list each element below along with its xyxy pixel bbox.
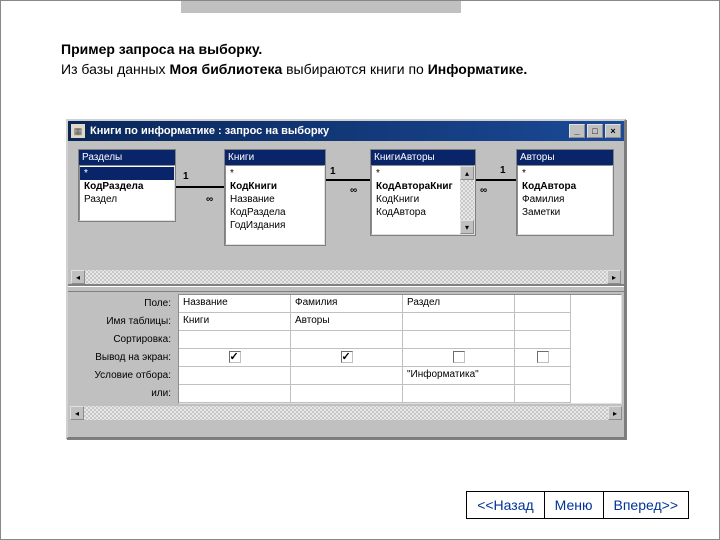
checkbox-icon[interactable] bbox=[229, 351, 241, 363]
label-table: Имя таблицы: bbox=[70, 312, 178, 330]
table-title: Книги bbox=[225, 150, 325, 165]
qbe-show[interactable] bbox=[403, 349, 514, 367]
table-title: КнигиАвторы bbox=[371, 150, 475, 165]
scroll-up-icon[interactable]: ▴ bbox=[460, 166, 474, 180]
forward-button[interactable]: Вперед>> bbox=[603, 491, 690, 519]
table-title: Разделы bbox=[79, 150, 175, 165]
query-icon: ▦ bbox=[71, 124, 85, 138]
scrollbar-horizontal[interactable]: ◂ ▸ bbox=[70, 406, 622, 420]
title-line1: Пример запроса на выборку. bbox=[61, 41, 527, 57]
join-line bbox=[176, 186, 224, 188]
title-line2: Из базы данных Моя библиотека выбираются… bbox=[61, 61, 527, 77]
table-title: Авторы bbox=[517, 150, 613, 165]
tables-pane[interactable]: Разделы * КодРаздела Раздел Книги * КодК… bbox=[68, 141, 624, 286]
join-line bbox=[326, 179, 370, 181]
qbe-or[interactable] bbox=[179, 385, 290, 403]
field-row[interactable]: * bbox=[80, 167, 174, 180]
field-row[interactable]: * bbox=[518, 167, 612, 180]
join-many: ∞ bbox=[206, 194, 213, 205]
scroll-left-icon[interactable]: ◂ bbox=[71, 270, 85, 284]
slide-nav: <<Назад Меню Вперед>> bbox=[467, 491, 689, 519]
join-one: 1 bbox=[500, 165, 506, 176]
table-box-knigi[interactable]: Книги * КодКниги Название КодРаздела Год… bbox=[224, 149, 326, 246]
field-row[interactable]: Раздел bbox=[80, 193, 174, 206]
qbe-or[interactable] bbox=[291, 385, 402, 403]
qbe-criteria[interactable] bbox=[291, 367, 402, 385]
scroll-right-icon[interactable]: ▸ bbox=[608, 406, 622, 420]
field-row[interactable]: КодРаздела bbox=[226, 206, 324, 219]
back-button[interactable]: <<Назад bbox=[466, 491, 544, 519]
checkbox-icon[interactable] bbox=[453, 351, 465, 363]
qbe-sort[interactable] bbox=[179, 331, 290, 349]
checkbox-icon[interactable] bbox=[341, 351, 353, 363]
qbe-criteria[interactable]: "Информатика" bbox=[403, 367, 514, 385]
field-row[interactable]: КодАвтора bbox=[372, 206, 474, 219]
menu-button[interactable]: Меню bbox=[544, 491, 604, 519]
titlebar[interactable]: ▦ Книги по информатике : запрос на выбор… bbox=[68, 121, 624, 141]
close-button[interactable]: × bbox=[605, 124, 621, 138]
field-row[interactable]: КодКниги bbox=[372, 193, 474, 206]
qbe-table[interactable] bbox=[403, 313, 514, 331]
qbe-show[interactable] bbox=[291, 349, 402, 367]
table-box-avtory[interactable]: Авторы * КодАвтора Фамилия Заметки bbox=[516, 149, 614, 236]
qbe-row-labels: Поле: Имя таблицы: Сортировка: Вывод на … bbox=[70, 294, 178, 404]
join-many: ∞ bbox=[350, 185, 357, 196]
slide-title: Пример запроса на выборку. Из базы данны… bbox=[61, 41, 527, 77]
label-show: Вывод на экран: bbox=[70, 348, 178, 366]
field-row[interactable]: КодРаздела bbox=[80, 180, 174, 193]
field-row[interactable]: * bbox=[372, 167, 474, 180]
field-row[interactable]: КодАвтораКниг bbox=[372, 180, 474, 193]
qbe-field[interactable]: Раздел bbox=[403, 295, 514, 313]
join-one: 1 bbox=[183, 171, 189, 182]
qbe-sort[interactable] bbox=[291, 331, 402, 349]
qbe-table[interactable]: Книги bbox=[179, 313, 290, 331]
label-field: Поле: bbox=[70, 294, 178, 312]
decorative-top-bar bbox=[181, 1, 461, 13]
scroll-left-icon[interactable]: ◂ bbox=[70, 406, 84, 420]
scrollbar-horizontal[interactable]: ◂ ▸ bbox=[71, 270, 621, 284]
join-line bbox=[476, 179, 516, 181]
window-title: Книги по информатике : запрос на выборку bbox=[90, 125, 569, 137]
join-one: 1 bbox=[330, 166, 336, 177]
qbe-grid[interactable]: Название Книги Фамилия Авторы bbox=[178, 294, 622, 404]
label-criteria: Условие отбора: bbox=[70, 366, 178, 384]
field-row[interactable]: Фамилия bbox=[518, 193, 612, 206]
qbe-column-empty bbox=[515, 295, 571, 403]
qbe-table[interactable]: Авторы bbox=[291, 313, 402, 331]
qbe-criteria[interactable] bbox=[179, 367, 290, 385]
qbe-column: Раздел "Информатика" bbox=[403, 295, 515, 403]
qbe-column: Название Книги bbox=[179, 295, 291, 403]
field-row[interactable]: Заметки bbox=[518, 206, 612, 219]
field-row[interactable]: * bbox=[226, 167, 324, 180]
field-row[interactable]: ГодИздания bbox=[226, 219, 324, 232]
qbe-or[interactable] bbox=[403, 385, 514, 403]
qbe-sort[interactable] bbox=[403, 331, 514, 349]
scrollbar-vertical[interactable]: ▴ ▾ bbox=[460, 166, 474, 234]
scroll-right-icon[interactable]: ▸ bbox=[607, 270, 621, 284]
qbe-grid-pane: Поле: Имя таблицы: Сортировка: Вывод на … bbox=[68, 292, 624, 422]
table-box-razdely[interactable]: Разделы * КодРаздела Раздел bbox=[78, 149, 176, 222]
minimize-button[interactable]: _ bbox=[569, 124, 585, 138]
qbe-show[interactable] bbox=[179, 349, 290, 367]
table-box-knigiavtory[interactable]: КнигиАвторы * КодАвтораКниг КодКниги Код… bbox=[370, 149, 476, 236]
scroll-down-icon[interactable]: ▾ bbox=[460, 220, 474, 234]
checkbox-icon[interactable] bbox=[537, 351, 549, 363]
join-many: ∞ bbox=[480, 185, 487, 196]
qbe-column: Фамилия Авторы bbox=[291, 295, 403, 403]
label-sort: Сортировка: bbox=[70, 330, 178, 348]
field-row[interactable]: КодАвтора bbox=[518, 180, 612, 193]
query-design-window: ▦ Книги по информатике : запрос на выбор… bbox=[66, 119, 626, 439]
field-row[interactable]: Название bbox=[226, 193, 324, 206]
qbe-field[interactable]: Название bbox=[179, 295, 290, 313]
field-row[interactable]: КодКниги bbox=[226, 180, 324, 193]
qbe-field[interactable]: Фамилия bbox=[291, 295, 402, 313]
label-or: или: bbox=[70, 384, 178, 402]
maximize-button[interactable]: □ bbox=[587, 124, 603, 138]
